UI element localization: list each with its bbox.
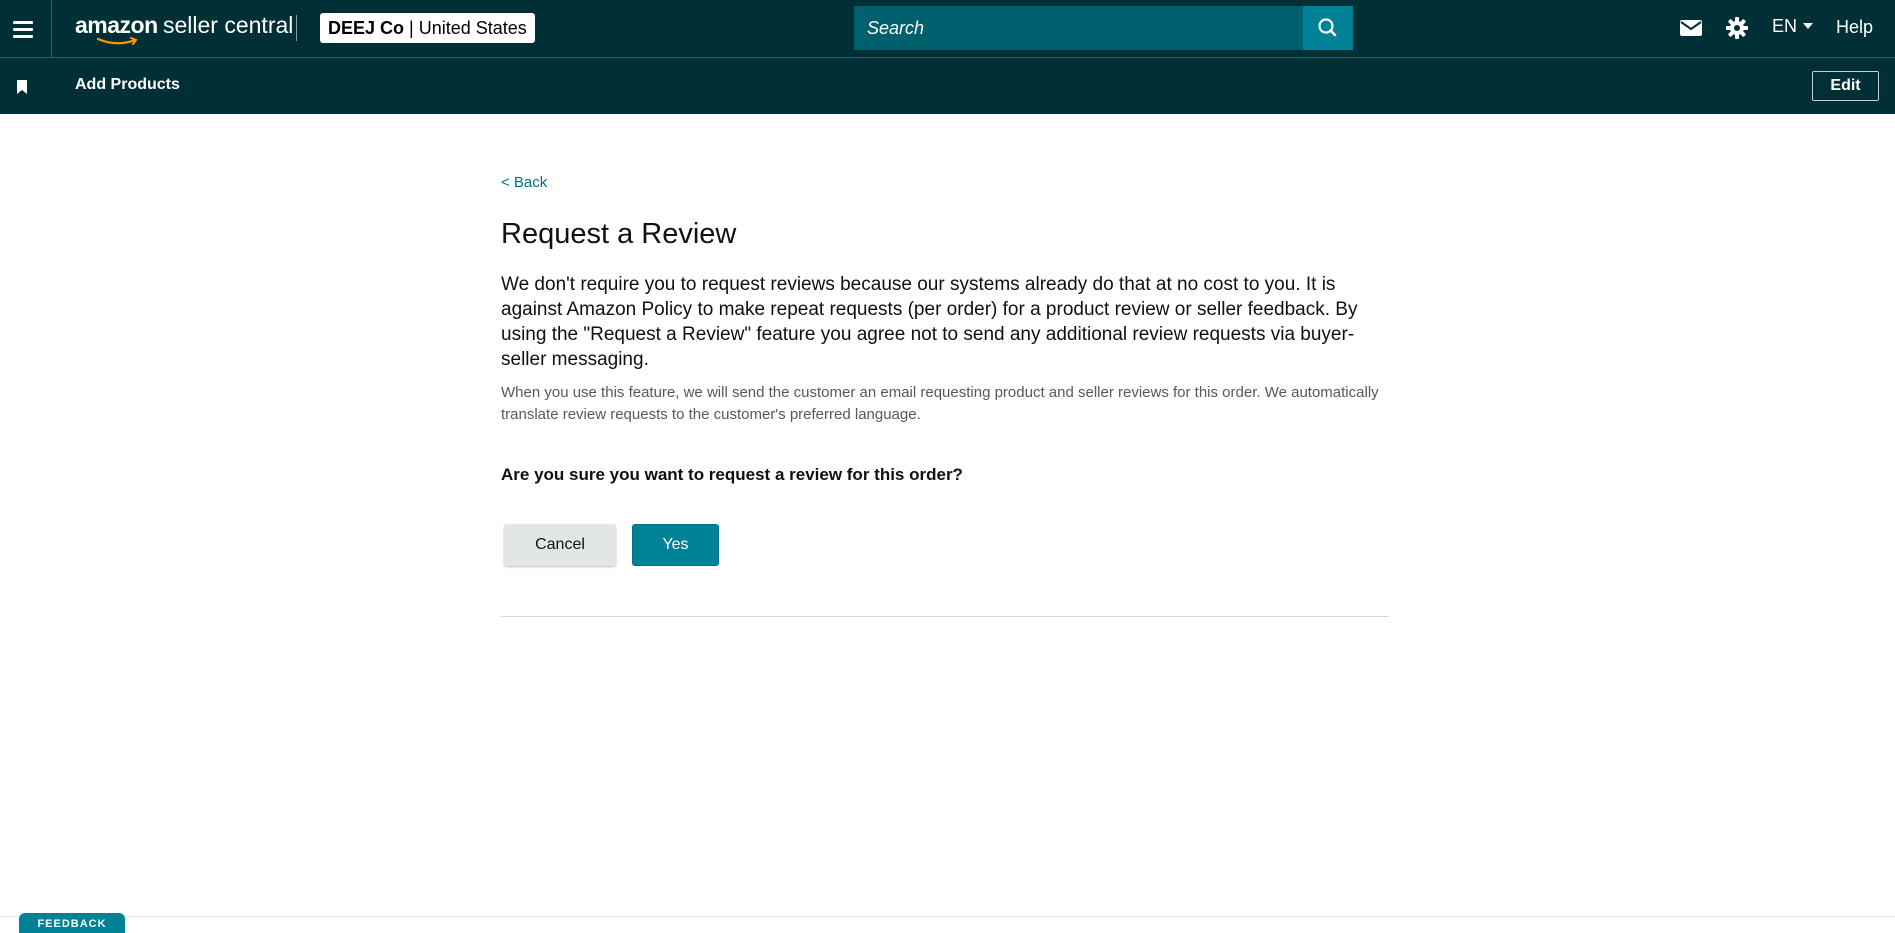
logo-product-text: seller central — [163, 12, 294, 38]
language-selector[interactable]: EN — [1772, 16, 1814, 37]
confirmation-question: Are you sure you want to request a revie… — [501, 465, 963, 484]
search-icon — [1318, 18, 1337, 37]
cancel-button[interactable]: Cancel — [504, 524, 616, 566]
top-navigation-bar: amazon seller central DEEJ Co | United S… — [0, 0, 1895, 58]
feedback-button[interactable]: FEEDBACK — [19, 913, 125, 933]
bookmarks-bar: Add Products Edit — [0, 58, 1895, 114]
page-title: Request a Review — [501, 218, 737, 250]
logo-brand-text: amazon — [75, 12, 158, 38]
bookmark-glyph — [17, 80, 27, 94]
caret-down-icon — [1803, 22, 1814, 29]
content-divider — [501, 616, 1389, 617]
footer-divider — [0, 916, 1895, 917]
mail-icon — [1680, 20, 1702, 36]
search-button[interactable] — [1303, 6, 1353, 50]
yes-button[interactable]: Yes — [632, 524, 719, 566]
gear-icon — [1726, 17, 1748, 39]
account-name: DEEJ Co — [328, 17, 405, 38]
search-input[interactable] — [854, 6, 1303, 50]
messages-button[interactable] — [1679, 17, 1703, 44]
back-link[interactable]: < Back — [501, 174, 547, 191]
header-divider — [296, 15, 297, 41]
marketplace-name: United States — [418, 17, 527, 38]
feature-description: When you use this feature, we will send … — [501, 384, 1379, 423]
policy-text: We don't require you to request reviews … — [501, 274, 1358, 370]
hamburger-menu-icon[interactable] — [0, 0, 52, 58]
language-label: EN — [1772, 16, 1798, 36]
bookmark-icon[interactable] — [16, 80, 28, 99]
search-bar — [854, 6, 1354, 50]
settings-button[interactable] — [1725, 16, 1749, 45]
edit-bookmarks-button[interactable]: Edit — [1812, 71, 1879, 101]
amazon-smile-icon — [97, 37, 138, 45]
help-link[interactable]: Help — [1836, 17, 1873, 38]
bookmark-add-products[interactable]: Add Products — [75, 76, 180, 94]
account-switcher[interactable]: DEEJ Co | United States — [320, 13, 535, 43]
account-separator: | — [409, 17, 414, 38]
